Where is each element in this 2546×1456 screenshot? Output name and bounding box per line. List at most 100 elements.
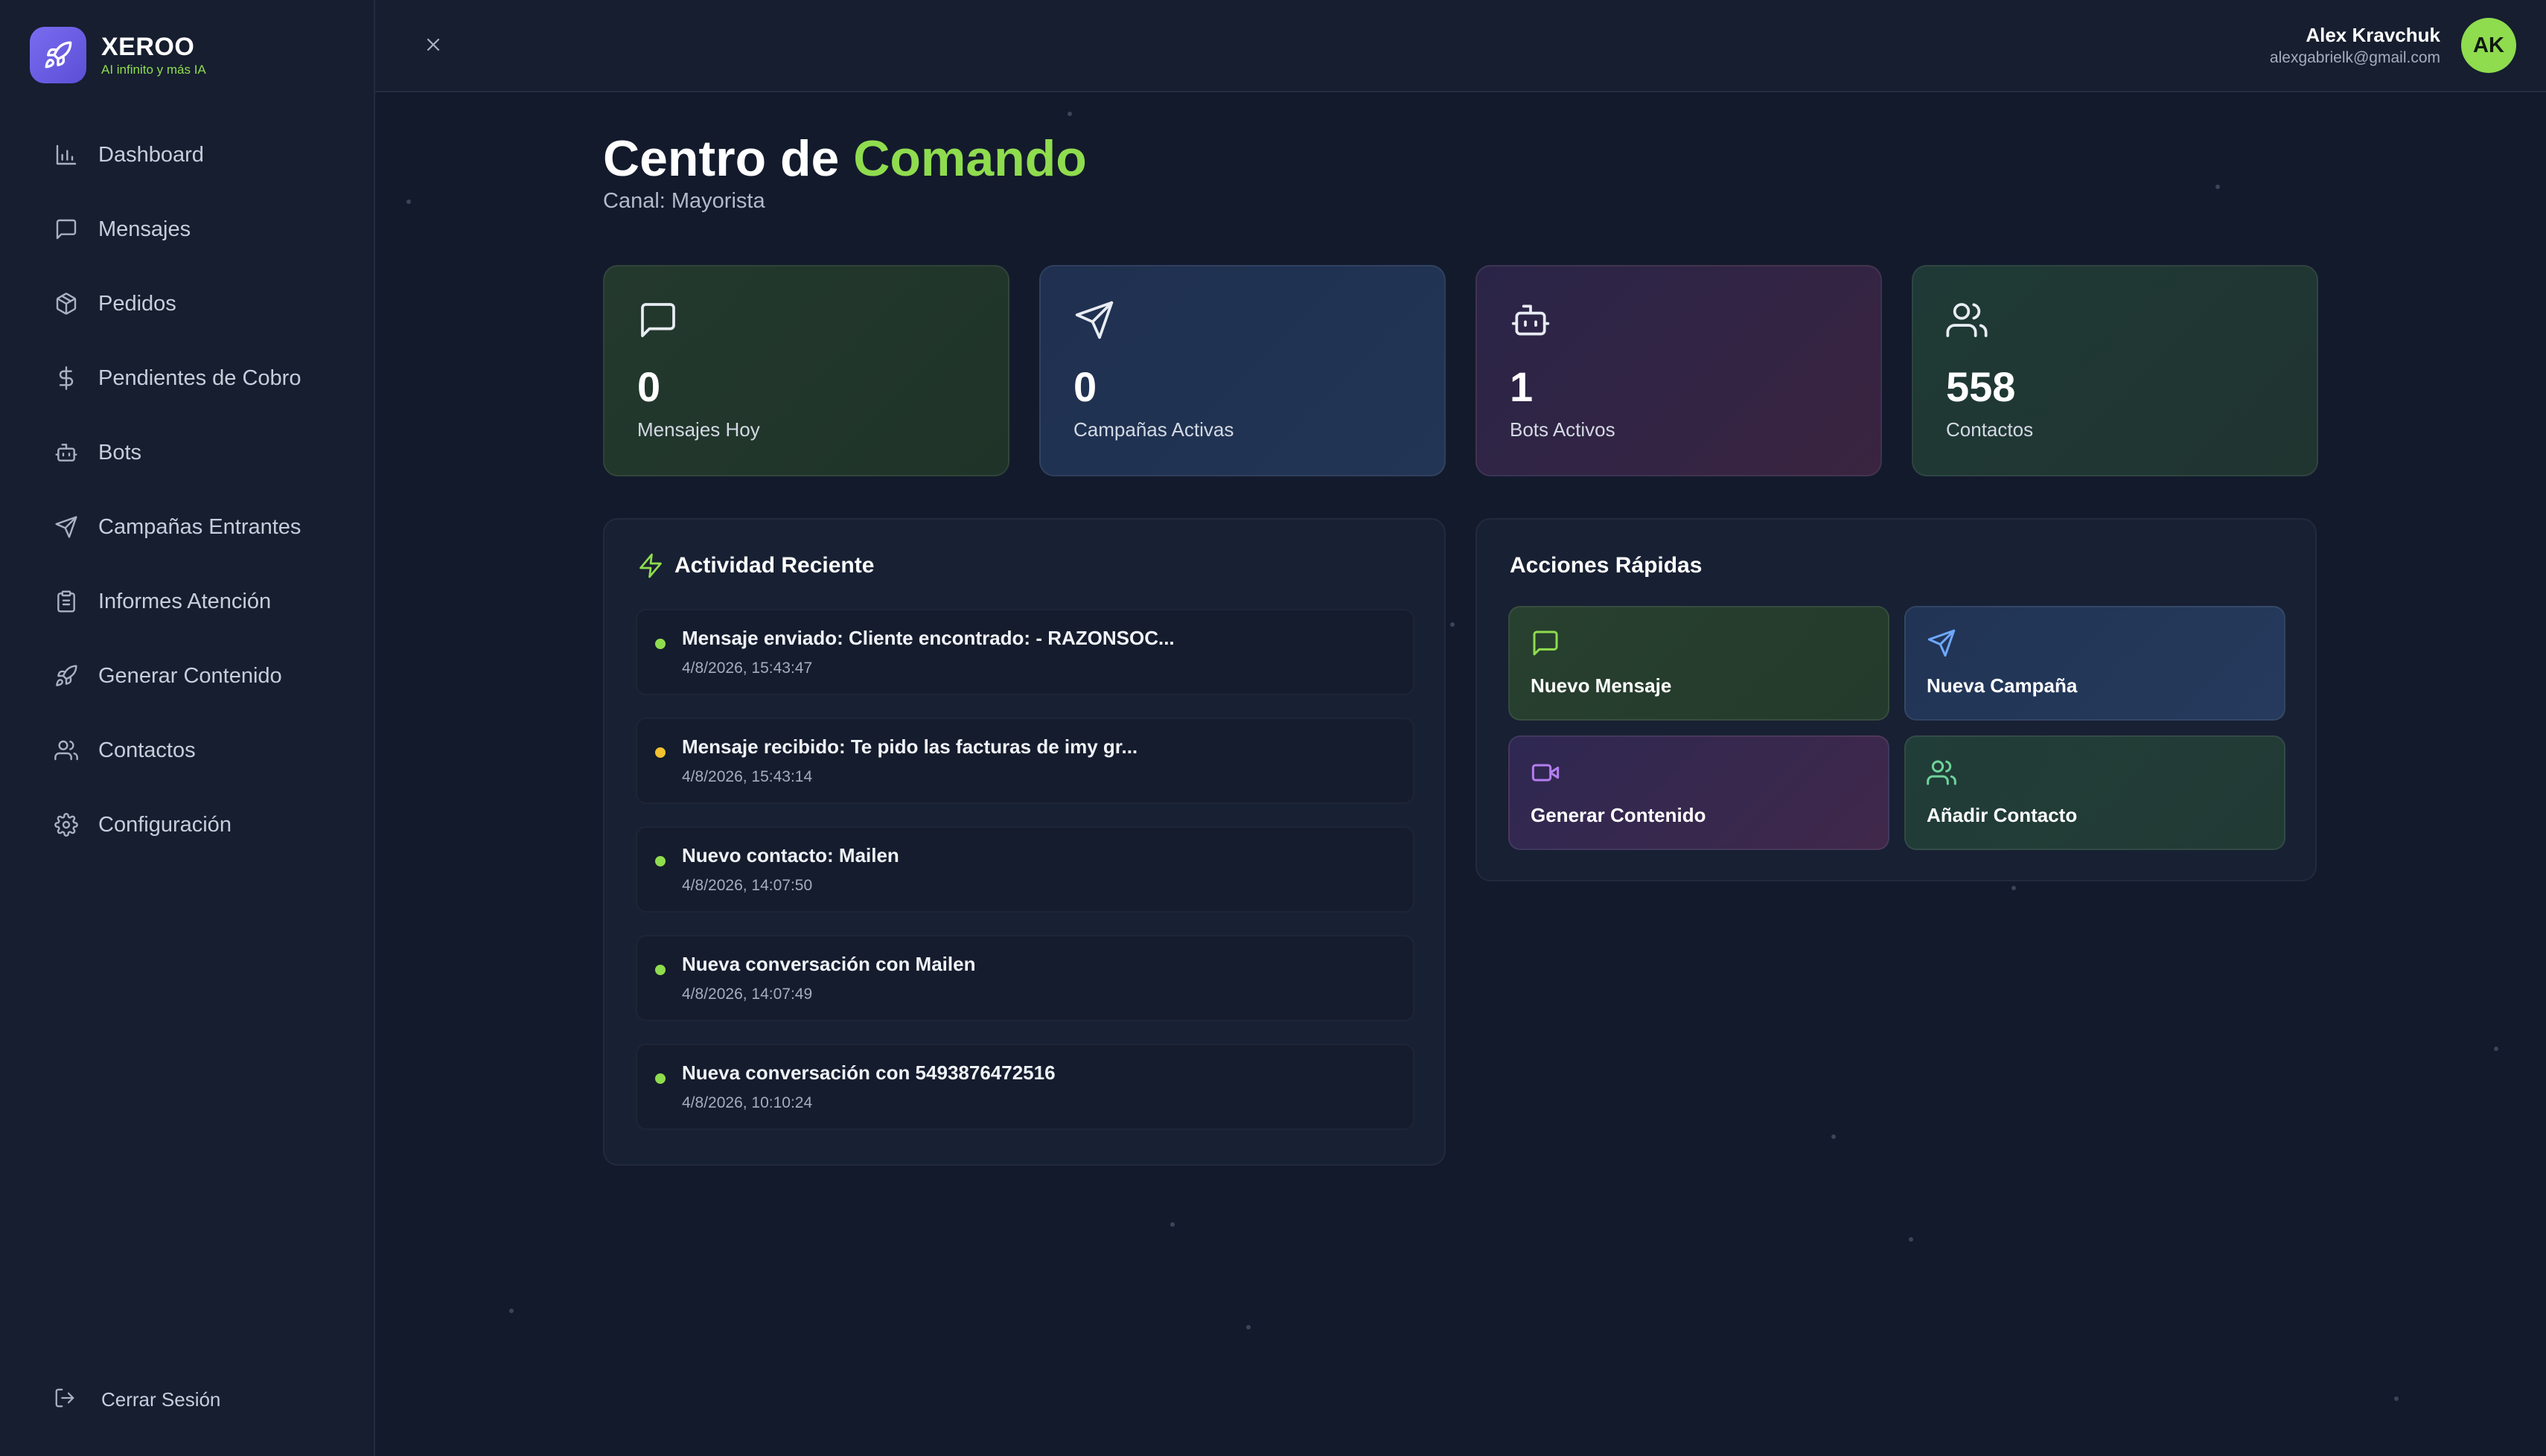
activity-text: Nueva conversación con 5493876472516 — [682, 1061, 1056, 1084]
sidebar-item-informes-atencion[interactable]: Informes Atención — [30, 564, 345, 639]
sidebar-item-label: Campañas Entrantes — [98, 514, 302, 539]
message-square-icon — [54, 217, 79, 242]
new-campaign-button[interactable]: Nueva Campaña — [1904, 606, 2285, 721]
sidebar-item-configuracion[interactable]: Configuración — [30, 788, 345, 862]
sidebar-item-bots[interactable]: Bots — [30, 415, 345, 490]
brand[interactable]: XEROO AI infinito y más IA — [30, 25, 206, 85]
quick-actions-panel: Acciones Rápidas Nuevo Mensaje Nueva Cam… — [1475, 518, 2317, 881]
generate-content-button[interactable]: Generar Contenido — [1508, 735, 1889, 850]
gear-icon — [54, 812, 79, 837]
background-star — [406, 199, 411, 204]
status-dot — [655, 1073, 666, 1084]
sidebar-item-contactos[interactable]: Contactos — [30, 713, 345, 788]
top-bar: Alex Kravchuk alexgabrielk@gmail.com AK — [375, 0, 2546, 92]
user-menu[interactable]: Alex Kravchuk alexgabrielk@gmail.com AK — [2270, 16, 2516, 74]
activity-list: Mensaje enviado: Cliente encontrado: - R… — [636, 609, 1414, 1152]
panel-title: Acciones Rápidas — [1510, 553, 1703, 578]
sidebar-item-label: Informes Atención — [98, 589, 272, 613]
sidebar-item-generar-contenido[interactable]: Generar Contenido — [30, 639, 345, 713]
panel-header: Acciones Rápidas — [1510, 549, 1702, 582]
send-icon — [54, 514, 79, 540]
sidebar-nav: Dashboard Mensajes Pedidos Pendientes de… — [30, 118, 345, 862]
message-square-icon — [1531, 628, 1562, 660]
logout-label: Cerrar Sesión — [101, 1388, 221, 1411]
activity-time: 4/8/2026, 14:07:50 — [682, 877, 813, 894]
avatar[interactable]: AK — [2461, 18, 2516, 73]
activity-text: Nuevo contacto: Mailen — [682, 844, 899, 866]
sidebar-item-label: Configuración — [98, 812, 232, 837]
users-icon — [54, 738, 79, 763]
stat-label: Campañas Activas — [1073, 418, 1234, 441]
users-icon — [1946, 299, 1989, 342]
user-email: alexgabrielk@gmail.com — [2269, 49, 2440, 66]
list-item[interactable]: Nueva conversación con 5493876472516 4/8… — [636, 1044, 1414, 1130]
stat-value: 0 — [637, 363, 661, 410]
package-icon — [54, 291, 79, 316]
page-title-main: Centro de — [603, 130, 854, 187]
stat-value: 0 — [1073, 363, 1097, 410]
sidebar-item-campanas-entrantes[interactable]: Campañas Entrantes — [30, 490, 345, 564]
activity-time: 4/8/2026, 15:43:14 — [682, 768, 813, 785]
activity-time: 4/8/2026, 15:43:47 — [682, 660, 813, 677]
activity-text: Nueva conversación con Mailen — [682, 953, 976, 975]
background-star — [509, 1309, 514, 1313]
stat-card-campanas-activas: 0 Campañas Activas — [1039, 265, 1446, 476]
sidebar-item-dashboard[interactable]: Dashboard — [30, 118, 345, 192]
video-icon — [1531, 758, 1562, 789]
sidebar-item-label: Pedidos — [98, 291, 176, 316]
background-star — [1170, 1222, 1175, 1227]
rocket-icon — [54, 663, 79, 689]
sidebar-item-pendientes-de-cobro[interactable]: Pendientes de Cobro — [30, 341, 345, 415]
list-item[interactable]: Nuevo contacto: Mailen 4/8/2026, 14:07:5… — [636, 826, 1414, 913]
activity-text: Mensaje recibido: Te pido las facturas d… — [682, 735, 1138, 758]
bot-icon — [54, 440, 79, 465]
add-contact-button[interactable]: Añadir Contacto — [1904, 735, 2285, 850]
sidebar-item-label: Generar Contenido — [98, 663, 282, 688]
brand-name: XEROO — [101, 33, 195, 61]
stat-card-bots-activos: 1 Bots Activos — [1475, 265, 1882, 476]
background-star — [2011, 886, 2016, 890]
sidebar-item-mensajes[interactable]: Mensajes — [30, 192, 345, 266]
background-star — [1450, 622, 1455, 627]
quick-action-label: Añadir Contacto — [1927, 804, 2078, 826]
sidebar-item-label: Pendientes de Cobro — [98, 365, 302, 390]
brand-text: XEROO AI infinito y más IA — [101, 32, 206, 78]
bot-icon — [1510, 299, 1553, 342]
stat-label: Mensajes Hoy — [637, 418, 760, 441]
list-item[interactable]: Mensaje enviado: Cliente encontrado: - R… — [636, 609, 1414, 695]
bar-chart-icon — [54, 142, 79, 167]
logout-icon — [54, 1387, 76, 1413]
activity-time: 4/8/2026, 14:07:49 — [682, 986, 813, 1003]
page-title-accent: Comando — [853, 130, 1087, 187]
recent-activity-panel: Actividad Reciente Mensaje enviado: Clie… — [603, 518, 1446, 1166]
page-title: Centro de Comando — [603, 125, 1087, 192]
quick-action-label: Generar Contenido — [1531, 804, 1706, 826]
status-dot — [655, 965, 666, 975]
background-star — [2494, 1047, 2498, 1051]
user-name: Alex Kravchuk — [2306, 24, 2440, 46]
sidebar-item-label: Bots — [98, 440, 142, 464]
stat-value: 1 — [1510, 363, 1534, 410]
close-sidebar-button[interactable] — [420, 31, 447, 58]
clipboard-icon — [54, 589, 79, 614]
stat-label: Contactos — [1946, 418, 2034, 441]
close-icon — [427, 38, 440, 51]
new-message-button[interactable]: Nuevo Mensaje — [1508, 606, 1889, 721]
channel-subtitle: Canal: Mayorista — [603, 189, 765, 213]
quick-action-label: Nuevo Mensaje — [1531, 674, 1672, 697]
status-dot — [655, 639, 666, 649]
sidebar-item-label: Mensajes — [98, 217, 191, 241]
list-item[interactable]: Nueva conversación con Mailen 4/8/2026, … — [636, 935, 1414, 1021]
background-star — [1068, 112, 1072, 116]
background-star — [1909, 1237, 1913, 1242]
background-star — [1246, 1325, 1251, 1329]
main-content: Centro de Comando Canal: Mayorista 0 Men… — [375, 92, 2546, 1456]
sidebar-item-label: Contactos — [98, 738, 196, 762]
stat-label: Bots Activos — [1510, 418, 1615, 441]
logout-button[interactable]: Cerrar Sesión — [54, 1379, 220, 1420]
app-root: XEROO AI infinito y más IA Dashboard Men… — [0, 0, 2546, 1456]
user-info: Alex Kravchuk alexgabrielk@gmail.com — [2270, 22, 2440, 68]
sidebar-item-pedidos[interactable]: Pedidos — [30, 266, 345, 341]
brand-tagline: AI infinito y más IA — [101, 63, 206, 77]
list-item[interactable]: Mensaje recibido: Te pido las facturas d… — [636, 718, 1414, 804]
